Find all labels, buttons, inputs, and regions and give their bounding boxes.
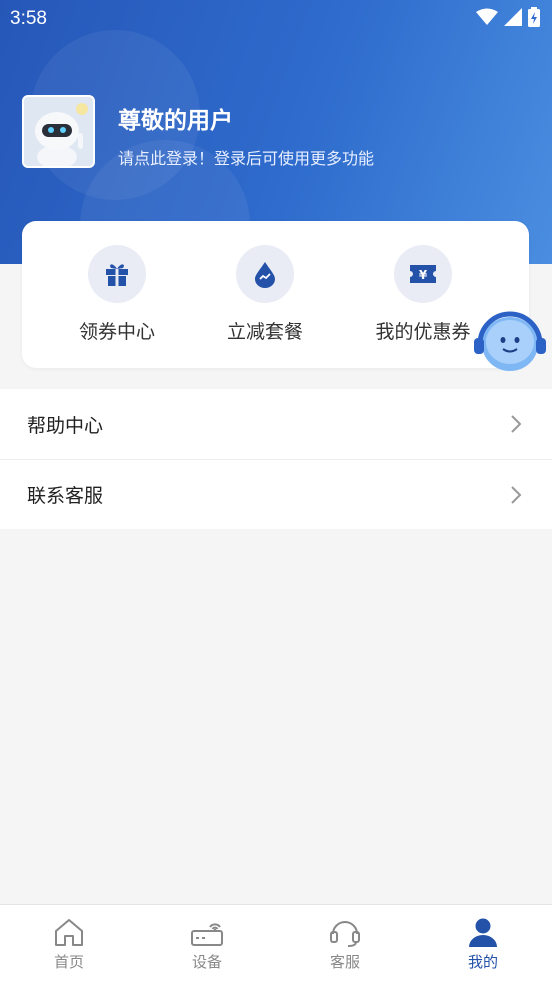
avatar[interactable] bbox=[22, 95, 95, 168]
gift-icon-wrap bbox=[88, 245, 146, 303]
discount-plan-button[interactable]: 立减套餐 bbox=[190, 245, 340, 344]
tab-devices-label: 设备 bbox=[191, 953, 222, 971]
coupon-center-button[interactable]: 领券中心 bbox=[42, 245, 192, 344]
bottom-tab-bar: 首页 设备 客服 我的 bbox=[0, 904, 552, 981]
login-profile[interactable]: 尊敬的用户 请点此登录！登录后可使用更多功能 bbox=[22, 95, 522, 170]
chevron-right-icon bbox=[511, 486, 522, 504]
profile-name: 尊敬的用户 bbox=[118, 108, 233, 134]
customer-service-mascot[interactable] bbox=[472, 306, 550, 376]
tab-mine-label: 我的 bbox=[467, 953, 498, 971]
status-bar: 3:58 bbox=[0, 0, 552, 38]
contact-support-row[interactable]: 联系客服 bbox=[0, 459, 552, 529]
headset-icon bbox=[330, 921, 360, 947]
gift-icon bbox=[106, 264, 128, 286]
help-center-label: 帮助中心 bbox=[27, 414, 104, 437]
tab-home-label: 首页 bbox=[53, 953, 84, 971]
robot-avatar-icon bbox=[24, 97, 93, 166]
login-prompt[interactable]: 请点此登录！登录后可使用更多功能 bbox=[118, 145, 374, 169]
coupon-center-label: 领券中心 bbox=[78, 321, 155, 343]
tab-devices[interactable]: 设备 bbox=[138, 905, 276, 981]
tab-home[interactable]: 首页 bbox=[0, 905, 138, 981]
chevron-right-icon bbox=[511, 415, 522, 433]
home-icon bbox=[55, 919, 83, 946]
user-icon bbox=[469, 918, 497, 947]
drop-icon-wrap bbox=[236, 245, 294, 303]
battery-icon bbox=[528, 7, 540, 27]
ticket-icon-wrap: ¥ bbox=[394, 245, 452, 303]
tab-mine[interactable]: 我的 bbox=[414, 905, 552, 981]
drop-icon bbox=[255, 262, 275, 288]
wifi-icon bbox=[476, 8, 498, 25]
status-time: 3:58 bbox=[10, 8, 47, 29]
discount-plan-label: 立减套餐 bbox=[226, 321, 303, 343]
status-icons bbox=[476, 7, 540, 27]
tab-support[interactable]: 客服 bbox=[276, 905, 414, 981]
router-icon bbox=[191, 923, 223, 946]
contact-support-label: 联系客服 bbox=[27, 485, 104, 507]
help-center-row[interactable]: 帮助中心 bbox=[0, 389, 552, 459]
tab-support-label: 客服 bbox=[329, 953, 360, 971]
menu-list: 帮助中心 联系客服 bbox=[0, 389, 552, 529]
svg-text:¥: ¥ bbox=[419, 268, 428, 282]
quick-actions-card: 领券中心 立减套餐 ¥ 我的优惠券 bbox=[22, 221, 529, 368]
headset-mascot-icon bbox=[474, 311, 546, 371]
ticket-icon: ¥ bbox=[410, 265, 436, 283]
signal-icon bbox=[504, 8, 522, 26]
